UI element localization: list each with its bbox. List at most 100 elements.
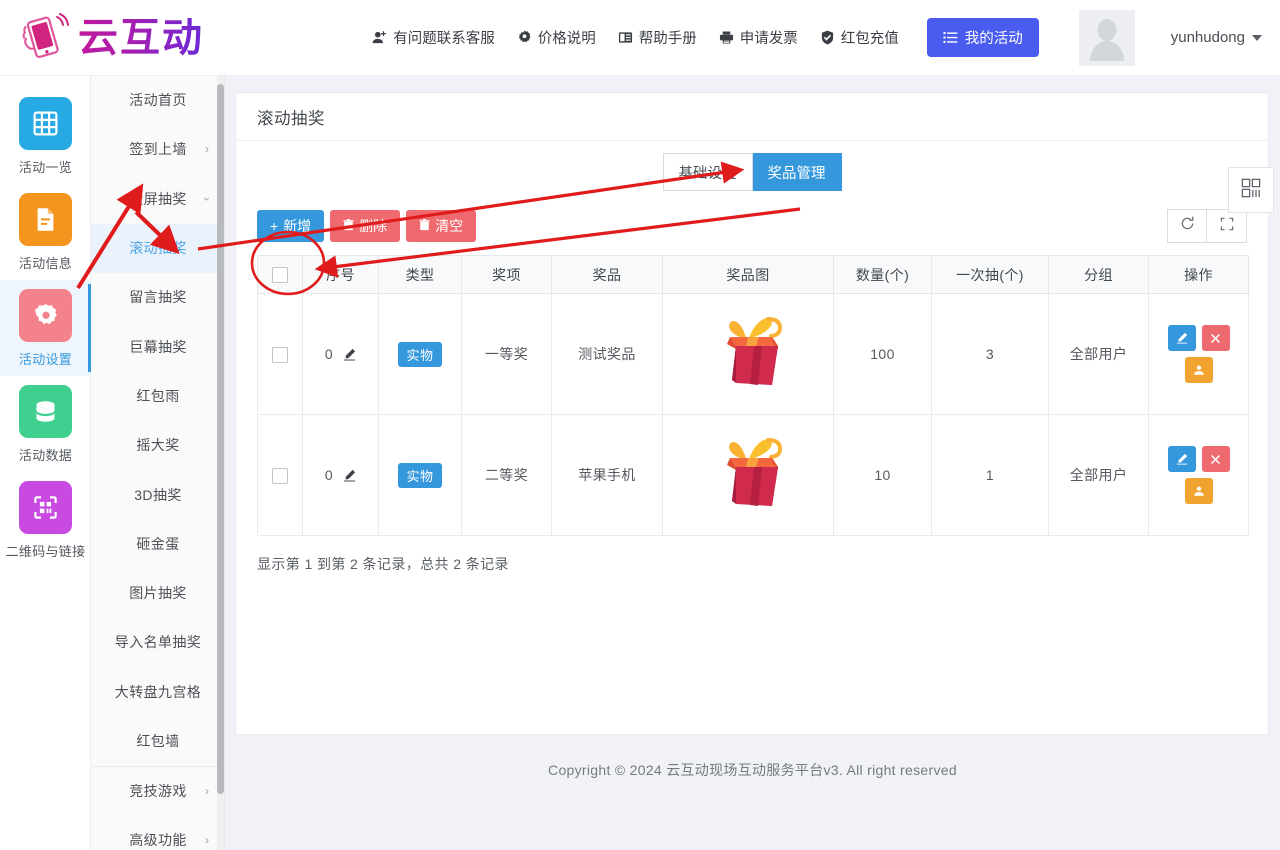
row-winners-button[interactable] (1184, 478, 1213, 504)
nav-price-info[interactable]: 价格说明 (517, 27, 596, 48)
menu-item-redpacket-wall[interactable]: 红包墙 (91, 717, 224, 766)
menu-item-label: 竞技游戏 (129, 782, 187, 799)
sidebar-item-activity-data[interactable]: 活动数据 (0, 376, 91, 472)
menu-item-advanced-features[interactable]: 高级功能 › (91, 815, 224, 850)
menu-item-shake-prize[interactable]: 摇大奖 (91, 421, 224, 470)
row-delete-button[interactable] (1201, 325, 1230, 351)
refresh-button[interactable] (1167, 209, 1207, 243)
menu-item-label: 巨幕抽奖 (129, 338, 187, 355)
menu-item-bigscreen-lottery[interactable]: 大屏抽奖 › (91, 175, 224, 224)
row-winners-button[interactable] (1184, 357, 1213, 383)
menu-item-3d-lottery[interactable]: 3D抽奖 (91, 470, 224, 519)
grid-icon (19, 97, 72, 150)
row-select-cell[interactable] (257, 293, 303, 415)
chevron-down-icon: › (200, 196, 214, 201)
checkbox-icon[interactable] (272, 346, 288, 363)
menu-item-competitive-games[interactable]: 竞技游戏 › (91, 766, 224, 815)
nav-label: 价格说明 (537, 31, 596, 47)
column-header[interactable]: 数量(个) (833, 255, 932, 294)
pencil-icon[interactable] (343, 348, 356, 361)
row-edit-button[interactable] (1167, 325, 1196, 351)
menu-item-label: 导入名单抽奖 (114, 634, 202, 651)
delete-button[interactable]: 删除 (330, 210, 401, 242)
prize-rank-cell: 一等奖 (461, 293, 552, 415)
menu-item-scroll-lottery[interactable]: 滚动抽奖 (91, 223, 224, 274)
sidebar-item-activity-settings[interactable]: 活动设置 (0, 280, 91, 376)
column-header[interactable]: 奖品图 (662, 255, 834, 294)
actions-cell (1148, 414, 1249, 536)
tab-bar: 基础设置 奖品管理 (257, 141, 1247, 203)
menu-item-redpacket-rain[interactable]: 红包雨 (91, 372, 224, 421)
table-toolbar: + 新增 删除 清空 (257, 203, 1247, 249)
avatar-placeholder-icon (1081, 13, 1133, 66)
sidebar-item-label: 活动一览 (18, 160, 73, 175)
add-button[interactable]: + 新增 (257, 210, 325, 242)
trash-icon (419, 218, 430, 234)
add-button-label: 新增 (283, 218, 312, 234)
sidebar-item-label: 二维码与链接 (5, 544, 86, 559)
nav-apply-invoice[interactable]: 申请发票 (719, 27, 798, 48)
my-activity-button[interactable]: 我的活动 (926, 18, 1039, 57)
column-header[interactable]: 类型 (378, 255, 462, 294)
column-header[interactable]: 操作 (1148, 255, 1249, 294)
gear-badge-icon (517, 30, 532, 45)
menu-item-wheel-grid[interactable]: 大转盘九宫格 (91, 668, 224, 717)
table-row: 0 实物 二等奖 苹果手机 10 1 全部用户 (257, 414, 1249, 536)
menu-item-label: 图片抽奖 (129, 585, 187, 602)
tab-basic-settings[interactable]: 基础设置 (662, 153, 753, 191)
username-label: yunhudong (1170, 29, 1245, 46)
logo[interactable]: 云互动 (0, 0, 224, 76)
row-select-cell[interactable] (257, 414, 303, 536)
qrcode-icon (19, 481, 72, 534)
clear-button[interactable]: 清空 (406, 210, 477, 242)
sidebar-scrollbar-thumb[interactable] (217, 84, 224, 794)
nav-help-manual[interactable]: 帮助手册 (618, 27, 697, 48)
seq-cell: 0 (302, 293, 379, 415)
column-header[interactable]: 奖项 (461, 255, 552, 294)
column-header[interactable]: 序号 (302, 255, 379, 294)
trash-icon (343, 218, 354, 234)
menu-item-smash-golden-egg[interactable]: 砸金蛋 (91, 520, 224, 569)
user-menu[interactable]: yunhudong (1171, 29, 1262, 46)
menu-item-label: 红包墙 (136, 733, 180, 749)
column-header[interactable]: 一次抽(个) (931, 255, 1049, 294)
user-add-icon (372, 30, 387, 45)
menu-item-import-list-lottery[interactable]: 导入名单抽奖 (91, 618, 224, 667)
tab-prize-management[interactable]: 奖品管理 (752, 153, 842, 191)
checkbox-icon[interactable] (272, 267, 288, 284)
column-header[interactable]: 分组 (1048, 255, 1149, 294)
row-edit-button[interactable] (1167, 446, 1196, 472)
sidebar-item-qrcode-link[interactable]: 二维码与链接 (0, 472, 91, 568)
menu-item-activity-home[interactable]: 活动首页 (91, 76, 224, 125)
sidebar-item-activity-list[interactable]: 活动一览 (0, 88, 91, 184)
menu-item-signin-wall[interactable]: 签到上墙 › (91, 125, 224, 174)
column-header[interactable]: 奖品 (551, 255, 663, 294)
nav-redpacket-recharge[interactable]: 红包充值 (820, 27, 899, 48)
pencil-icon[interactable] (343, 469, 356, 482)
prize-table: 序号 类型 奖项 奖品 奖品图 数量(个) 一次抽(个) 分组 操作 0 实物 … (257, 255, 1249, 536)
row-delete-button[interactable] (1201, 446, 1230, 472)
select-all-header[interactable] (257, 255, 303, 294)
footer-copyright: Copyright © 2024 云互动现场互动服务平台v3. All righ… (548, 762, 957, 778)
columns-toggle-button[interactable] (1228, 167, 1274, 213)
sidebar-scrollbar-track[interactable] (217, 76, 224, 850)
avatar[interactable] (1078, 9, 1135, 66)
top-header: 云互动 有问题联系客服 价格说明 帮助手册 申请发票 红包充值 我的活动 yun… (0, 0, 1280, 76)
menu-item-label: 签到上墙 (129, 141, 187, 158)
phone-hand-icon (18, 12, 70, 63)
printer-icon (719, 30, 734, 45)
checkbox-icon[interactable] (272, 467, 288, 484)
menu-item-message-lottery[interactable]: 留言抽奖 (91, 273, 224, 322)
menu-item-giant-screen-lottery[interactable]: 巨幕抽奖 (91, 322, 224, 371)
menu-item-label: 3D抽奖 (134, 486, 182, 503)
columns-toggle-icon (1241, 178, 1261, 203)
my-activity-label: 我的活动 (964, 31, 1023, 47)
nav-contact-support[interactable]: 有问题联系客服 (372, 27, 495, 48)
prize-name-cell: 测试奖品 (551, 293, 663, 415)
status-badge: 实物 (398, 341, 442, 367)
top-navigation: 有问题联系客服 价格说明 帮助手册 申请发票 红包充值 我的活动 yunhudo… (224, 9, 1280, 66)
nav-label: 申请发票 (739, 31, 798, 47)
sidebar-item-activity-info[interactable]: 活动信息 (0, 184, 91, 280)
fullscreen-button[interactable] (1207, 209, 1247, 243)
menu-item-picture-lottery[interactable]: 图片抽奖 (91, 569, 224, 618)
